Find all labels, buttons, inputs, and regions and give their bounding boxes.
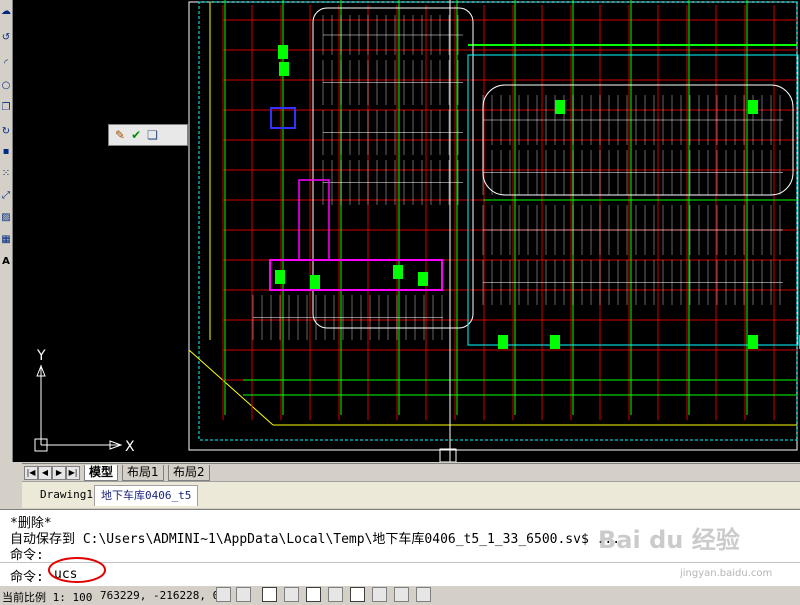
- circle-icon[interactable]: ○: [0, 78, 12, 94]
- dyn-icon[interactable]: [372, 587, 387, 602]
- ducs-icon[interactable]: [350, 587, 365, 602]
- zone-magenta: [269, 259, 443, 291]
- equipment-block: [418, 272, 428, 286]
- equipment-markers: [275, 45, 800, 349]
- coordinate-readout: 763229, -216228, 0: [100, 589, 220, 602]
- last-tab-button[interactable]: ▶|: [66, 466, 80, 480]
- tab-layout2[interactable]: 布局2: [168, 465, 210, 481]
- ucs-x-label: X: [125, 439, 135, 455]
- draw-toolbar: ☁ ↺ ◜ ○ ❐ ↻ ▪ ⁙ ⤢ ▨ ▦ A: [0, 0, 13, 462]
- equipment-block: [279, 62, 289, 76]
- undo-icon[interactable]: ↺: [0, 30, 12, 46]
- equipment-block: [310, 275, 320, 289]
- tab-model[interactable]: 模型: [84, 465, 119, 481]
- doc-tab-drawing1[interactable]: Drawing1: [34, 485, 99, 505]
- command-prompt: 命令:: [10, 570, 44, 585]
- osnap-icon[interactable]: [306, 587, 321, 602]
- axis-grid: [224, 0, 797, 415]
- document-tabs-bar: Drawing1 地下车库0406_t5: [22, 481, 800, 508]
- otrack-icon[interactable]: [328, 587, 343, 602]
- command-history-line: 自动保存到 C:\Users\ADMINI~1\AppData\Local\Te…: [10, 532, 621, 547]
- status-bar: 当前比例 1: 100 763229, -216228, 0: [0, 585, 800, 605]
- equipment-block: [555, 100, 565, 114]
- polar-icon[interactable]: [284, 587, 299, 602]
- ortho-icon[interactable]: [262, 587, 277, 602]
- scale-label: 当前比例 1: 100: [2, 591, 93, 604]
- annotation-circle: [48, 557, 106, 583]
- hatch-icon[interactable]: ▨: [0, 210, 12, 226]
- cad-drawing[interactable]: Y X: [13, 0, 800, 462]
- layout-tabs-bar: |◀ ◀ ▶ ▶| 模型 布局1 布局2: [22, 463, 800, 481]
- rotate-icon[interactable]: ↻: [0, 124, 12, 140]
- move-icon[interactable]: ⤢: [0, 188, 12, 204]
- equipment-block: [278, 45, 288, 59]
- command-history-line: 命令:: [10, 548, 44, 563]
- edit-icon[interactable]: ✎: [115, 128, 125, 142]
- ucs-icon: Y X: [34, 348, 135, 455]
- text-icon[interactable]: A: [0, 254, 12, 270]
- watermark-logo: Bai du 经验: [598, 526, 740, 554]
- crosshair-box: [439, 448, 457, 462]
- watermark-url: jingyan.baidu.com: [680, 568, 773, 579]
- boundary-diagonal: [188, 349, 274, 426]
- lineweight-icon[interactable]: [394, 587, 409, 602]
- equipment-block: [550, 335, 560, 349]
- equipment-block: [498, 335, 508, 349]
- floating-toolbar: ✎ ✔ ❏: [108, 124, 188, 146]
- drawing-area[interactable]: Y X ✎ ✔ ❏: [13, 0, 800, 462]
- revision-cloud-icon[interactable]: ☁: [0, 4, 12, 20]
- block-icon[interactable]: ▪: [0, 144, 12, 160]
- prev-tab-button[interactable]: ◀: [38, 466, 52, 480]
- grid-icon[interactable]: [236, 587, 251, 602]
- equipment-block: [275, 270, 285, 284]
- table-icon[interactable]: ▦: [0, 232, 12, 248]
- doc-tab-active[interactable]: 地下车库0406_t5: [94, 485, 199, 506]
- layer-icon[interactable]: ❏: [147, 128, 158, 142]
- copy-icon[interactable]: ❐: [0, 100, 12, 116]
- first-tab-button[interactable]: |◀: [24, 466, 38, 480]
- qp-icon[interactable]: [416, 587, 431, 602]
- snap-icon[interactable]: [216, 587, 231, 602]
- tab-layout1[interactable]: 布局1: [122, 465, 164, 481]
- equipment-block: [393, 265, 403, 279]
- ucs-y-label: Y: [36, 348, 46, 364]
- zone-magenta-2: [298, 179, 330, 261]
- check-icon[interactable]: ✔: [131, 128, 141, 142]
- equipment-block: [748, 100, 758, 114]
- dots-icon[interactable]: ⁙: [0, 166, 12, 182]
- arc-icon[interactable]: ◜: [0, 56, 12, 72]
- next-tab-button[interactable]: ▶: [52, 466, 66, 480]
- parking-stalls: [252, 15, 783, 340]
- equipment-block: [748, 335, 758, 349]
